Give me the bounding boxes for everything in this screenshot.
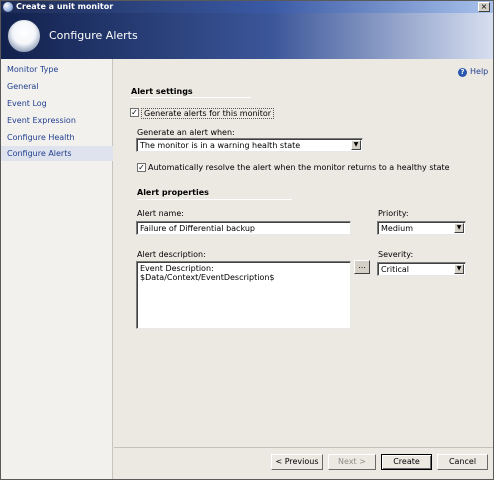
chevron-down-icon[interactable]: ▼ — [454, 264, 464, 274]
alert-description-textarea[interactable]: Event Description: $Data/Context/EventDe… — [136, 261, 351, 329]
title-bar[interactable]: Create a unit monitor × — [1, 1, 493, 13]
create-button[interactable]: Create — [381, 454, 432, 470]
nav-item-configure-health[interactable]: Configure Health — [1, 130, 113, 145]
help-icon[interactable]: ? — [458, 68, 467, 77]
monitor-icon — [3, 2, 13, 12]
priority-dropdown[interactable]: Medium ▼ — [377, 221, 466, 235]
auto-resolve-checkbox[interactable]: ✓ — [137, 163, 146, 172]
nav-item-general[interactable]: General — [1, 79, 113, 94]
auto-resolve-label[interactable]: Automatically resolve the alert when the… — [148, 163, 450, 172]
close-button[interactable]: × — [478, 2, 490, 12]
generate-alerts-checkbox[interactable]: ✓ — [130, 108, 139, 117]
generate-alerts-label[interactable]: Generate alerts for this monitor — [141, 108, 275, 119]
severity-dropdown[interactable]: Critical ▼ — [377, 262, 466, 276]
create-unit-monitor-dialog: Create a unit monitor × Configure Alerts… — [0, 0, 494, 480]
next-button[interactable]: Next > — [328, 454, 376, 470]
wizard-orb-icon — [7, 19, 41, 53]
alert-properties-divider — [137, 199, 292, 200]
alert-name-input[interactable]: Failure of Differential backup — [136, 221, 351, 235]
help-link[interactable]: Help — [470, 67, 488, 76]
previous-button[interactable]: < Previous — [271, 454, 323, 470]
page-title: Configure Alerts — [49, 29, 138, 42]
page-banner: Configure Alerts — [1, 13, 493, 59]
description-builder-button[interactable]: ... — [354, 260, 370, 274]
generate-when-label: Generate an alert when: — [137, 128, 235, 137]
priority-label: Priority: — [378, 209, 409, 218]
priority-value: Medium — [381, 224, 413, 233]
alert-settings-divider — [131, 97, 251, 98]
alert-settings-heading: Alert settings — [131, 87, 193, 96]
nav-item-event-expression[interactable]: Event Expression — [1, 113, 113, 128]
alert-description-label: Alert description: — [137, 250, 206, 259]
nav-item-configure-alerts[interactable]: Configure Alerts — [1, 146, 113, 161]
nav-item-event-log[interactable]: Event Log — [1, 96, 113, 111]
generate-when-dropdown[interactable]: The monitor is in a warning health state… — [136, 138, 363, 152]
severity-label: Severity: — [378, 250, 414, 259]
alert-name-label: Alert name: — [137, 209, 184, 218]
chevron-down-icon[interactable]: ▼ — [351, 140, 361, 150]
chevron-down-icon[interactable]: ▼ — [454, 223, 464, 233]
window-title: Create a unit monitor — [16, 2, 114, 11]
nav-item-monitor-type[interactable]: Monitor Type — [1, 62, 113, 77]
severity-value: Critical — [381, 265, 409, 274]
generate-when-value: The monitor is in a warning health state — [140, 141, 301, 150]
alert-properties-heading: Alert properties — [137, 188, 209, 197]
cancel-button[interactable]: Cancel — [437, 454, 488, 470]
wizard-nav: Monitor Type General Event Log Event Exp… — [1, 59, 113, 479]
footer-divider — [114, 447, 493, 448]
